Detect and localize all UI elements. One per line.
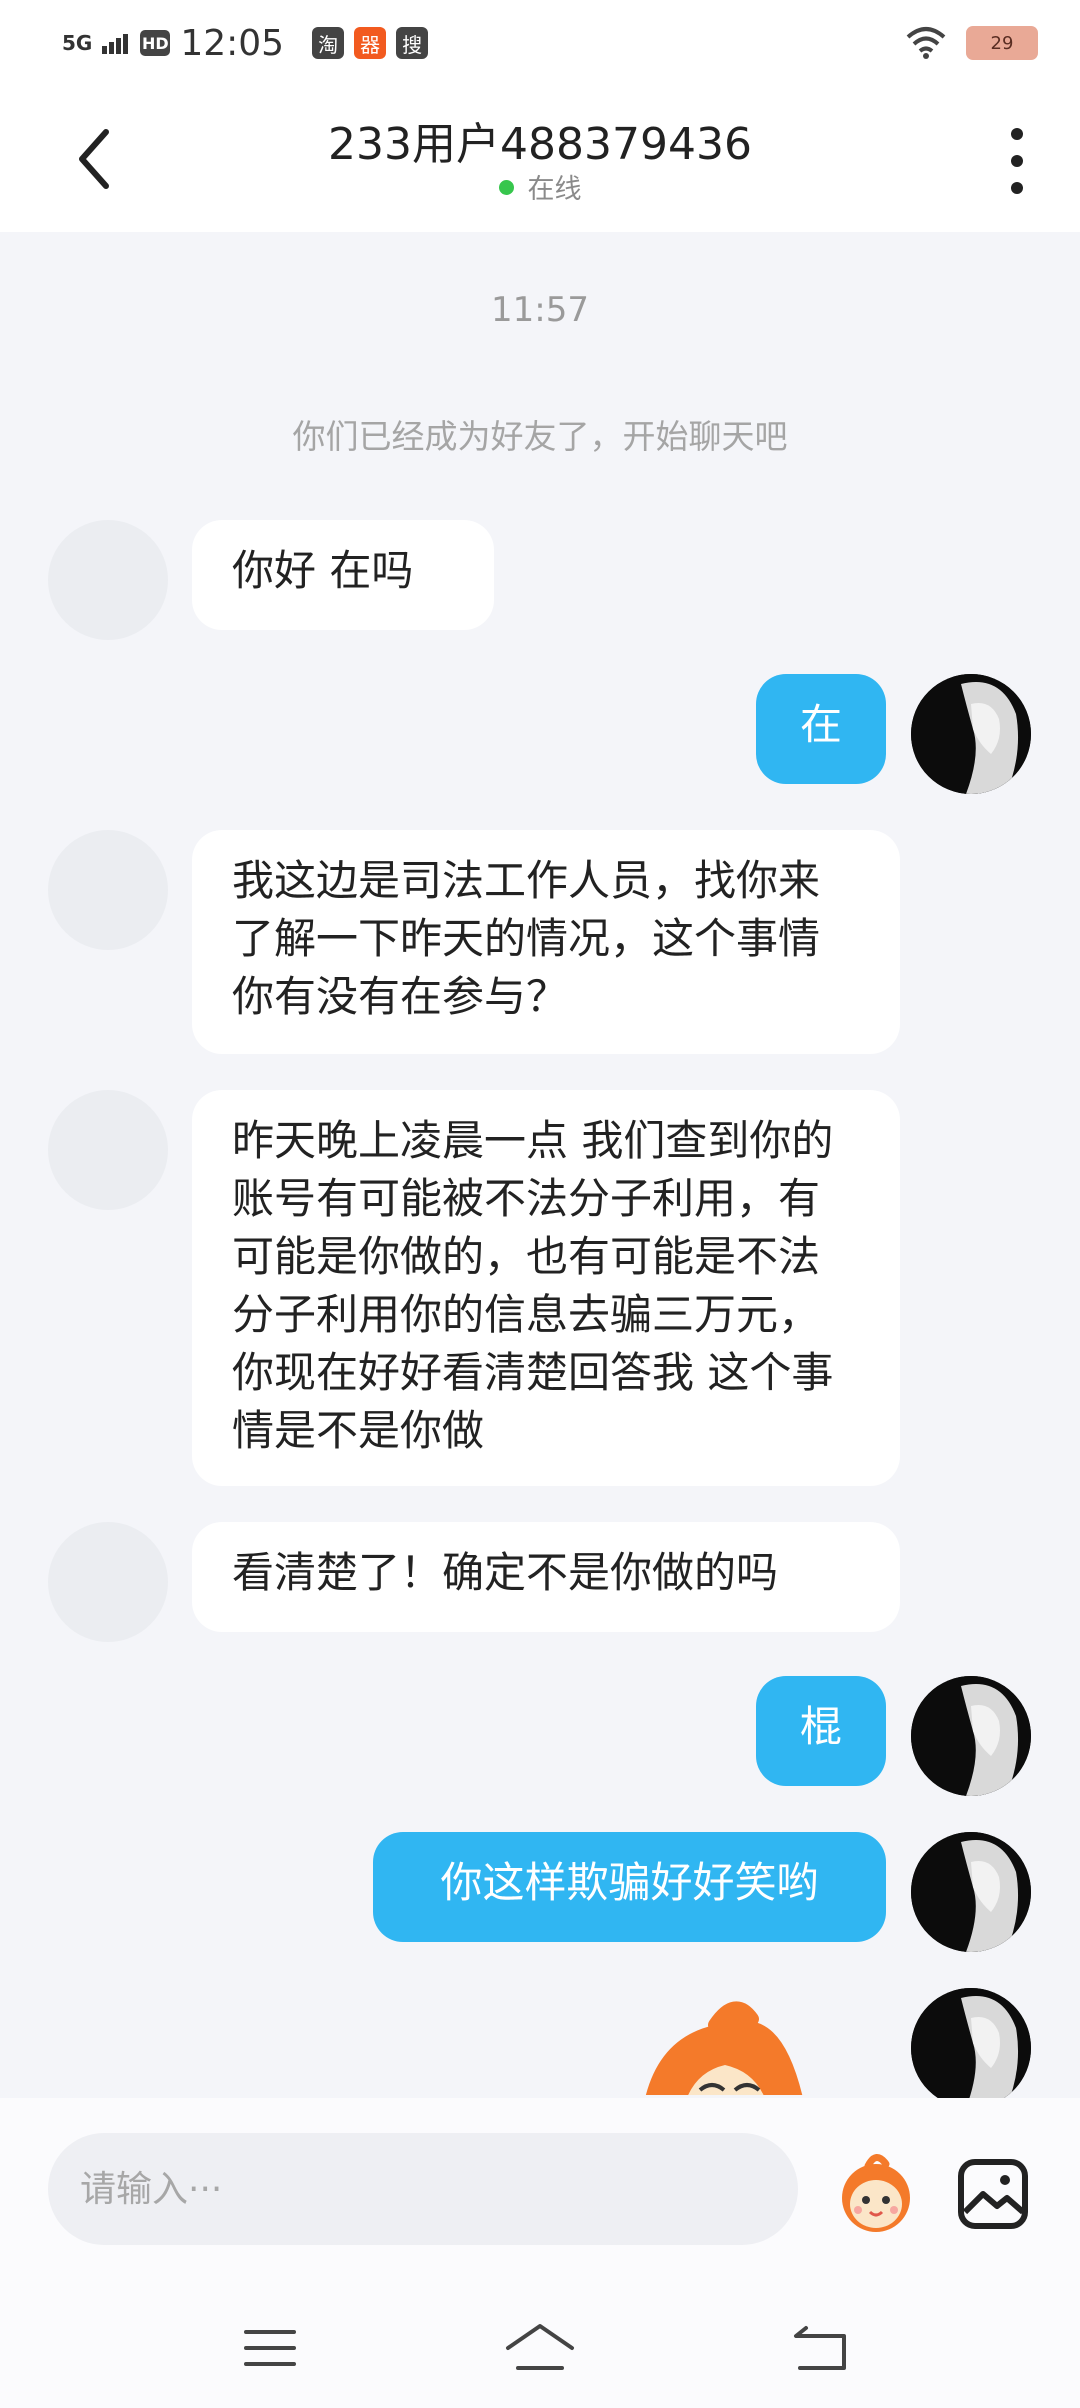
user-photo-icon [911,1832,1031,1952]
battery-level: 29 [990,32,1014,54]
home-icon[interactable] [500,2318,580,2378]
message-bubble-received[interactable]: 看清楚了！确定不是你做的吗 [192,1522,900,1632]
message-bubble-received[interactable]: 你好 在吗 [192,520,494,630]
message-bubble-received[interactable]: 昨天晚上凌晨一点 我们查到你的账号有可能被不法分子利用，有可能是你做的，也有可能… [192,1090,900,1486]
status-bar: 5G HD 12:05 淘 器 搜 29 [0,0,1080,84]
message-bubble-received[interactable]: 我这边是司法工作人员，找你来了解一下昨天的情况，这个事情你有没有在参与？ [192,830,900,1054]
signal-indicator: 5G [62,31,93,55]
back-nav-icon[interactable] [780,2318,860,2378]
cartoon-sticker-icon [645,2001,803,2095]
online-status: 在线 [0,167,1080,206]
contact-avatar[interactable] [48,1090,168,1210]
status-bar-right: 29 [906,22,1038,64]
hd-badge: HD [140,30,171,56]
taobao-icon: 淘 [312,27,345,59]
menu-icon[interactable] [230,2318,310,2378]
image-picker-icon[interactable] [955,2156,1031,2232]
cartoon-sticker[interactable] [620,1995,830,2095]
message-bubble-sent[interactable]: 你这样欺骗好好笑哟 [373,1832,886,1942]
more-options-icon[interactable] [1004,128,1030,194]
contact-avatar[interactable] [48,520,168,640]
wifi-icon [906,27,946,59]
user-avatar[interactable] [911,674,1031,794]
app-icon: 器 [354,27,387,59]
user-avatar[interactable] [911,1988,1031,2108]
message-bubble-sent[interactable]: 棍 [756,1676,886,1786]
status-bar-left: 5G HD 12:05 淘 器 搜 [62,18,429,68]
user-photo-icon [911,1676,1031,1796]
message-input[interactable] [48,2133,798,2245]
chat-header: 233用户488379436 在线 [0,84,1080,232]
system-nav-bar [0,2268,1080,2408]
input-bar [0,2098,1080,2268]
battery-indicator: 29 [966,26,1038,60]
user-photo-icon [911,1988,1031,2108]
search-app-icon: 搜 [396,27,429,59]
signal-bars-icon [102,34,129,54]
user-photo-icon [911,674,1031,794]
emoji-sticker-icon[interactable] [828,2144,924,2240]
clock: 12:05 [180,22,285,64]
user-avatar[interactable] [911,1832,1031,1952]
system-message: 你们已经成为好友了，开始聊天吧 [292,417,788,456]
online-dot-icon [498,180,514,195]
contact-avatar[interactable] [48,830,168,950]
contact-avatar[interactable] [48,1522,168,1642]
contact-name: 233用户488379436 [328,119,752,170]
user-avatar[interactable] [911,1676,1031,1796]
message-timestamp: 11:57 [491,290,589,330]
message-bubble-sent[interactable]: 在 [756,674,886,784]
online-status-text: 在线 [527,174,582,205]
